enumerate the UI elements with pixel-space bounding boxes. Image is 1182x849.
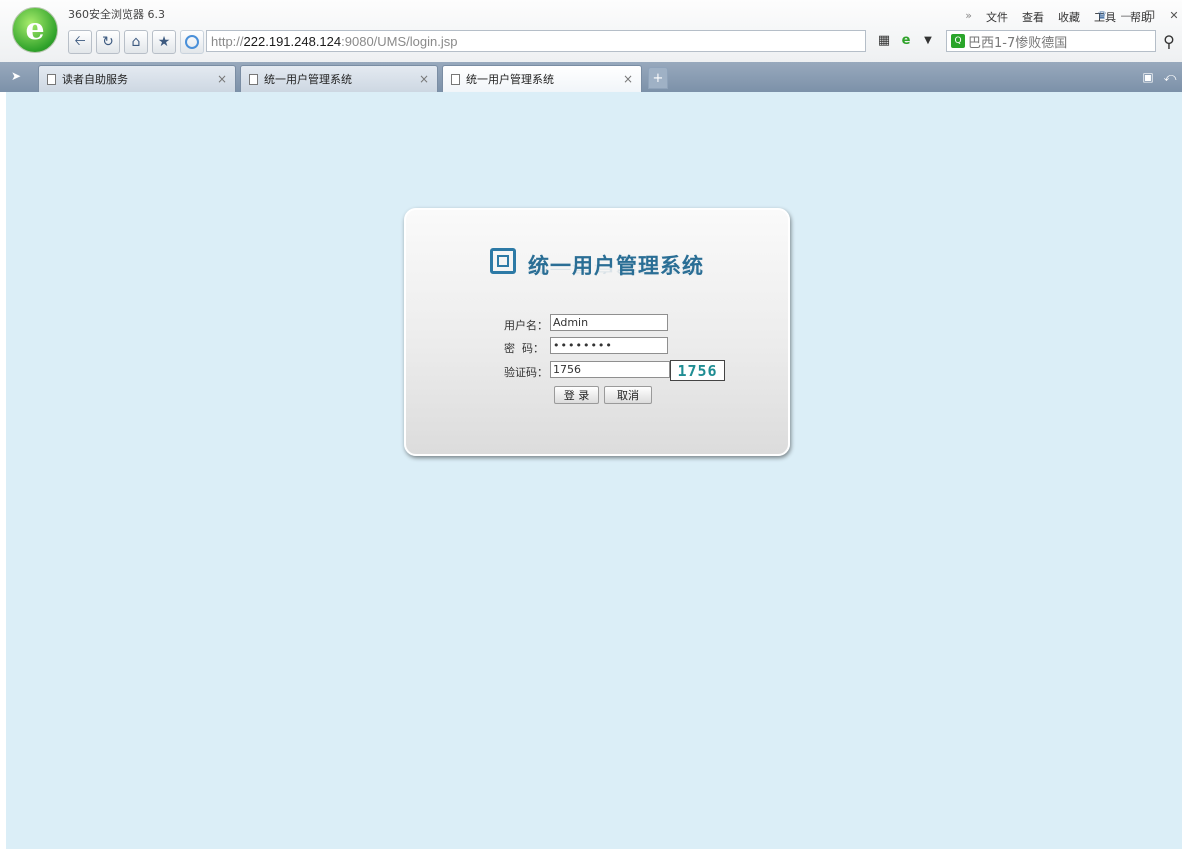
magnifier-icon: ⚲ [1163,31,1175,51]
tab-close-icon[interactable]: × [623,72,633,86]
ie-mode-icon[interactable]: e [898,32,914,48]
password-label: 密 码： [504,342,544,355]
close-icon[interactable]: ✕ [1164,6,1182,24]
username-label: 用户名： [504,319,548,332]
back-button[interactable]: 🡠 [68,30,92,54]
cancel-button[interactable]: 取消 [604,386,652,404]
skin-icon[interactable]: ♛ [1092,6,1112,24]
back-arrow-icon: 🡠 [74,33,86,49]
app-title: 360安全浏览器 6.3 [68,8,165,21]
tab-close-icon[interactable]: × [217,72,227,86]
favorite-button[interactable]: ★ [152,30,176,54]
address-path: :9080/UMS/login.jsp [341,33,458,49]
login-button[interactable]: 登 录 [554,386,599,404]
tab-close-icon[interactable]: × [419,72,429,86]
system-logo-icon [490,248,516,274]
captcha-label: 验证码： [504,366,548,379]
search-button[interactable]: ⚲ [1156,30,1182,52]
menu-expand[interactable]: » [965,9,972,25]
sidebar-toggle-icon[interactable]: ➤ [8,68,24,84]
home-icon: ⌂ [131,34,141,50]
page-content: 统一用户管理系统 统一用户管理系统 用户名： 密 码： •••••••• 验证码… [6,92,1182,849]
home-button[interactable]: ⌂ [124,30,148,54]
undo-close-icon[interactable]: ⤺ [1162,69,1178,85]
search-engine-icon[interactable]: Q [951,34,965,48]
menu-view[interactable]: 查看 [1022,9,1044,25]
captcha-image[interactable]: 1756 [670,360,725,381]
menu-file[interactable]: 文件 [986,9,1008,25]
tab-label: 统一用户管理系统 [264,73,352,86]
search-box[interactable]: Q 巴西1-7惨败德国 [946,30,1156,52]
globe-icon [185,35,199,49]
extension-area: ▦ e ▼ [876,32,936,48]
restore-icon[interactable]: ❐ [1140,6,1160,24]
address-protocol: http:// [211,33,244,49]
tab-list-icon[interactable]: ▣ [1140,69,1156,85]
tab-strip: ➤ 读者自助服务 × 统一用户管理系统 × 统一用户管理系统 × + ▣ ⤺ [0,62,1182,92]
refresh-button[interactable]: ↻ [96,30,120,54]
page-icon [249,73,258,85]
refresh-icon: ↻ [102,34,114,50]
tab-ums-active[interactable]: 统一用户管理系统 × [442,65,642,92]
new-tab-button[interactable]: + [648,67,668,89]
minimize-icon[interactable]: — [1116,6,1136,24]
page-icon [451,73,460,85]
menu-favorites[interactable]: 收藏 [1058,9,1080,25]
site-info-button[interactable] [180,30,204,54]
username-input[interactable] [550,314,668,331]
password-input[interactable]: •••••••• [550,337,668,354]
address-bar[interactable]: http://222.191.248.124:9080/UMS/login.js… [206,30,866,52]
browser-logo-icon: e [12,7,58,53]
page-icon [47,73,56,85]
tab-label: 统一用户管理系统 [466,73,554,86]
tab-ums-1[interactable]: 统一用户管理系统 × [240,65,438,92]
address-host: 222.191.248.124 [243,33,342,49]
chevron-down-icon[interactable]: ▼ [920,32,936,48]
star-icon: ★ [157,34,171,50]
captcha-input[interactable] [550,361,670,378]
login-panel: 统一用户管理系统 统一用户管理系统 用户名： 密 码： •••••••• 验证码… [404,208,790,456]
search-value: 巴西1-7惨败德国 [968,35,1068,51]
system-title-reflection: 统一用户管理系统 [528,263,704,275]
tab-reader-service[interactable]: 读者自助服务 × [38,65,236,92]
browser-title-bar: e 360安全浏览器 6.3 🡠 ↻ ⌂ ★ http://222.191.24… [0,0,1182,62]
qrcode-icon[interactable]: ▦ [876,32,892,48]
tab-label: 读者自助服务 [62,73,128,86]
